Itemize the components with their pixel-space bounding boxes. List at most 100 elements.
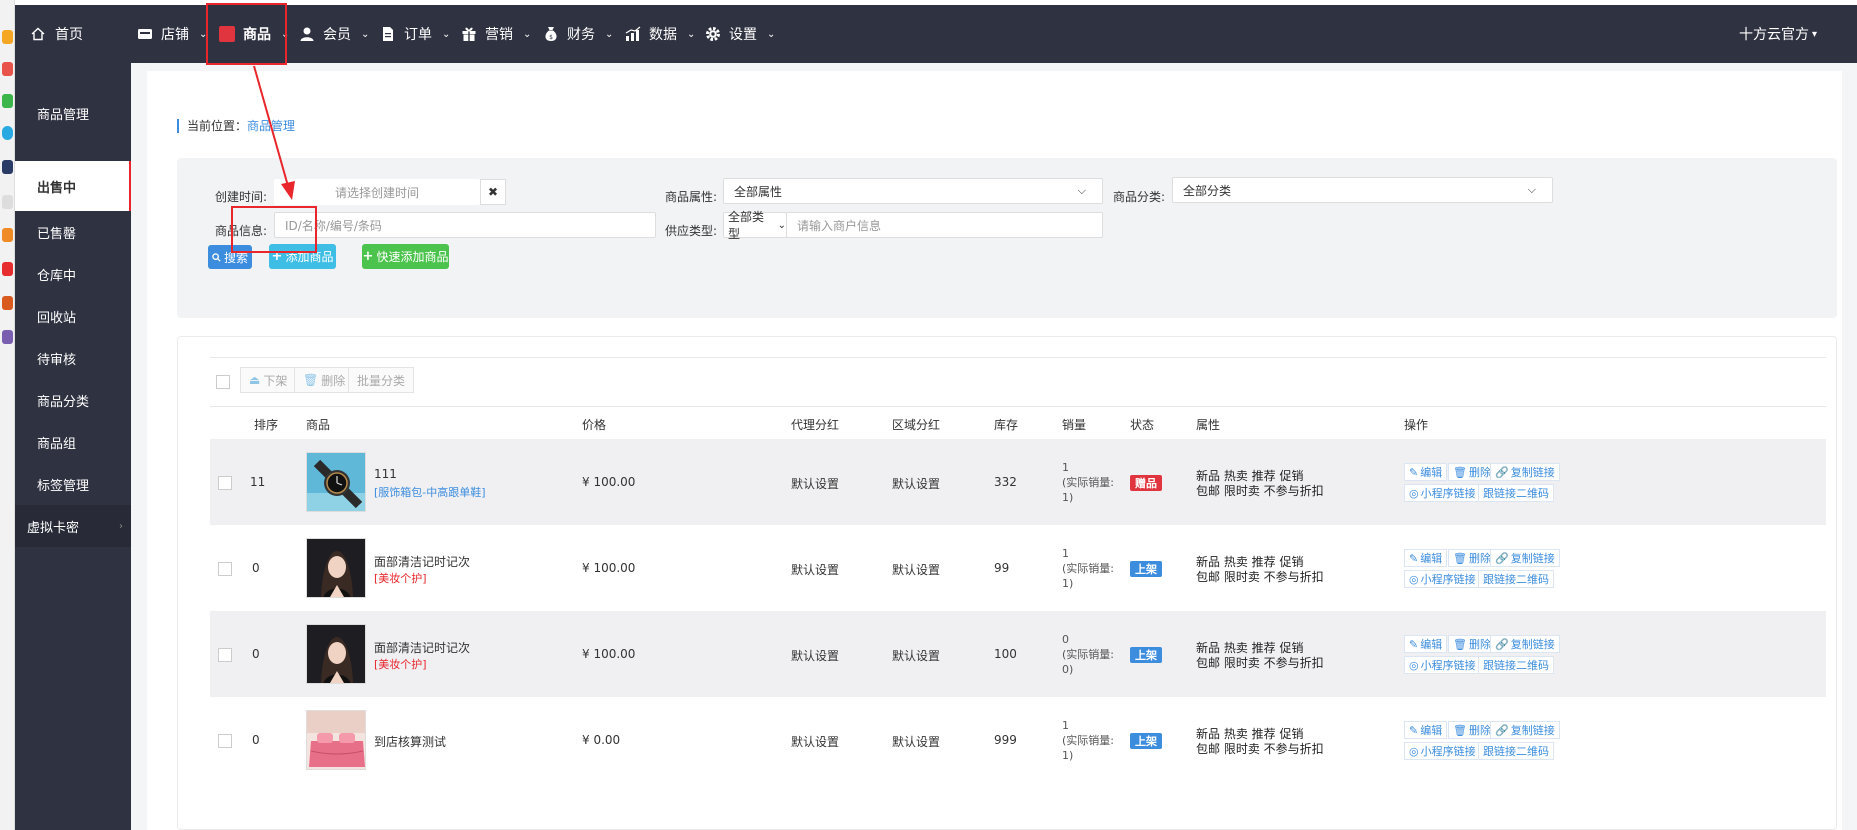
bedding-image bbox=[307, 711, 365, 769]
clear-time-button[interactable]: ✖ bbox=[480, 179, 506, 205]
attr-select[interactable]: 全部属性 ⌵ bbox=[723, 178, 1103, 204]
edit-button[interactable]: ✎ 编辑 bbox=[1404, 549, 1448, 567]
nav-goods[interactable]: 商品 ⌄ bbox=[219, 5, 289, 63]
user-menu[interactable]: 十方云官方 ▾ bbox=[1739, 5, 1817, 63]
sidebar-item-sold-out[interactable]: 已售罄 bbox=[15, 211, 131, 253]
nav-member[interactable]: 会员 ⌄ bbox=[299, 5, 369, 63]
chevron-down-icon: ⌄ bbox=[361, 28, 370, 40]
sidebar-item-label: 仓库中 bbox=[37, 268, 77, 284]
chevron-down-icon: ⌄ bbox=[767, 28, 776, 40]
bulk-toolbar: ⏏ 下架 🗑 删除 批量分类 bbox=[210, 357, 1826, 407]
sidebar-item-warehouse[interactable]: 仓库中 bbox=[15, 253, 131, 295]
row-checkbox[interactable] bbox=[218, 734, 232, 748]
goods-name[interactable]: 到店核算测试 bbox=[374, 733, 446, 750]
plus-icon: + bbox=[271, 249, 283, 264]
batch-category-button[interactable]: 批量分类 bbox=[348, 367, 415, 393]
shortcut-icon[interactable] bbox=[2, 30, 13, 44]
edit-button[interactable]: ✎ 编辑 bbox=[1404, 635, 1448, 653]
sidebar-item-goods-management[interactable]: 商品管理 bbox=[15, 94, 131, 132]
sidebar-item-tag-management[interactable]: 标签管理 bbox=[15, 463, 131, 505]
nav-home[interactable]: 首页 bbox=[15, 5, 131, 63]
nav-finance[interactable]: $ 财务 ⌄ bbox=[543, 5, 613, 63]
shortcut-icon[interactable] bbox=[2, 296, 13, 310]
order-icon bbox=[383, 27, 393, 41]
status-badge: 上架 bbox=[1130, 647, 1162, 663]
goods-name[interactable]: 面部清洁记时记次 bbox=[374, 639, 470, 656]
top-navigation: 首页 店铺 ⌄ 商品 ⌄ 会员 ⌄ 订单 ⌄ 营销 ⌄ $ 财务 ⌄ 数据 ⌄ bbox=[15, 5, 1857, 63]
shortcut-icon[interactable] bbox=[2, 126, 13, 140]
filter-panel: 创建时间: 请选择创建时间 ✖ 商品属性: 全部属性 ⌵ 商品分类: 全部分类 ⌵ … bbox=[177, 158, 1837, 318]
edit-button[interactable]: ✎ 编辑 bbox=[1404, 463, 1448, 481]
breadcrumb-link[interactable]: 商品管理 bbox=[247, 119, 295, 133]
nav-order[interactable]: 订单 ⌄ bbox=[380, 5, 450, 63]
select-all-checkbox[interactable] bbox=[216, 375, 230, 389]
edit-button[interactable]: ✎ 编辑 bbox=[1404, 721, 1448, 739]
shortcut-icon[interactable] bbox=[2, 195, 13, 209]
nav-data[interactable]: 数据 ⌄ bbox=[625, 5, 695, 63]
delete-button[interactable]: 🗑 删除 bbox=[1448, 549, 1496, 567]
quick-add-goods-button[interactable]: + 快速添加商品 bbox=[362, 244, 449, 269]
qrcode-button[interactable]: 跟链接二维码 bbox=[1478, 570, 1554, 588]
marketing-icon bbox=[462, 27, 476, 41]
sales-count: 1 bbox=[1062, 461, 1069, 474]
qrcode-button[interactable]: 跟链接二维码 bbox=[1478, 484, 1554, 502]
attr-line: 包邮 限时卖 不参与折扣 bbox=[1196, 570, 1324, 584]
shortcut-icon[interactable] bbox=[2, 262, 13, 276]
row-checkbox[interactable] bbox=[218, 562, 232, 576]
qrcode-button[interactable]: 跟链接二维码 bbox=[1478, 656, 1554, 674]
add-goods-button[interactable]: + 添加商品 bbox=[269, 244, 336, 269]
delete-button[interactable]: 🗑 删除 bbox=[1448, 721, 1496, 739]
goods-thumbnail[interactable] bbox=[306, 710, 366, 770]
mini-program-link-button[interactable]: ◎ 小程序链接 bbox=[1404, 570, 1481, 588]
nav-marketing[interactable]: 营销 ⌄ bbox=[461, 5, 531, 63]
sidebar-item-goods-category[interactable]: 商品分类 bbox=[15, 379, 131, 421]
delete-button[interactable]: 🗑 删除 bbox=[1448, 463, 1496, 481]
bulk-delete-button[interactable]: 🗑 删除 bbox=[294, 367, 355, 393]
goods-thumbnail[interactable] bbox=[306, 624, 366, 684]
copy-link-button[interactable]: 🔗 复制链接 bbox=[1490, 463, 1560, 481]
shortcut-icon[interactable] bbox=[2, 160, 13, 174]
goods-name[interactable]: 111 bbox=[374, 467, 397, 481]
category-select[interactable]: 全部分类 ⌵ bbox=[1172, 177, 1553, 203]
merchant-input[interactable]: 请输入商户信息 bbox=[786, 212, 1103, 238]
sidebar-item-recycle-bin[interactable]: 回收站 bbox=[15, 295, 131, 337]
shortcut-icon[interactable] bbox=[2, 94, 13, 108]
nav-store[interactable]: 店铺 ⌄ bbox=[137, 5, 207, 63]
row-checkbox[interactable] bbox=[218, 476, 232, 490]
sales-actual-value: 1) bbox=[1062, 749, 1074, 762]
goods-name[interactable]: 面部清洁记时记次 bbox=[374, 553, 470, 570]
sidebar-item-goods-group[interactable]: 商品组 bbox=[15, 421, 131, 463]
supply-type-select[interactable]: 全部类型 ⌄ bbox=[723, 210, 787, 241]
edit-icon: ✎ bbox=[1409, 723, 1419, 737]
portrait-image bbox=[307, 625, 365, 683]
goods-thumbnail[interactable] bbox=[306, 452, 366, 512]
copy-link-button[interactable]: 🔗 复制链接 bbox=[1490, 635, 1560, 653]
delete-button[interactable]: 🗑 删除 bbox=[1448, 635, 1496, 653]
qrcode-button[interactable]: 跟链接二维码 bbox=[1478, 742, 1554, 760]
shortcut-icon[interactable] bbox=[2, 62, 13, 76]
goods-info-input[interactable]: ID/名称/编号/条码 bbox=[274, 212, 656, 238]
shortcut-icon[interactable] bbox=[2, 330, 13, 344]
sidebar-item-pending-review[interactable]: 待审核 bbox=[15, 337, 131, 379]
create-time-input[interactable]: 请选择创建时间 bbox=[274, 179, 480, 205]
header-agent-dividend: 代理分红 bbox=[791, 418, 840, 432]
delete-label: 删除 bbox=[1468, 638, 1491, 651]
copy-link-button[interactable]: 🔗 复制链接 bbox=[1490, 549, 1560, 567]
content-panel: 当前位置：商品管理 创建时间: 请选择创建时间 ✖ 商品属性: 全部属性 ⌵ 商品… bbox=[147, 71, 1842, 830]
sidebar-item-on-sale[interactable]: 出售中 bbox=[15, 161, 131, 211]
edit-icon: ✎ bbox=[1409, 637, 1419, 651]
goods-price: ¥ 100.00 bbox=[582, 647, 636, 661]
shortcut-icon[interactable] bbox=[2, 228, 13, 242]
goods-thumbnail[interactable] bbox=[306, 538, 366, 598]
sidebar-item-label: 虚拟卡密 bbox=[27, 520, 80, 536]
attr-line: 新品 热卖 推荐 促销 bbox=[1196, 469, 1304, 483]
row-checkbox[interactable] bbox=[218, 648, 232, 662]
copy-link-button[interactable]: 🔗 复制链接 bbox=[1490, 721, 1560, 739]
sidebar-item-virtual-card[interactable]: 虚拟卡密 › bbox=[15, 505, 131, 547]
nav-settings[interactable]: 设置 ⌄ bbox=[705, 5, 775, 63]
search-button[interactable]: 搜索 bbox=[208, 245, 252, 269]
mini-program-link-button[interactable]: ◎ 小程序链接 bbox=[1404, 742, 1481, 760]
mini-program-link-button[interactable]: ◎ 小程序链接 bbox=[1404, 484, 1481, 502]
offshelf-button[interactable]: ⏏ 下架 bbox=[240, 367, 297, 393]
mini-program-link-button[interactable]: ◎ 小程序链接 bbox=[1404, 656, 1481, 674]
